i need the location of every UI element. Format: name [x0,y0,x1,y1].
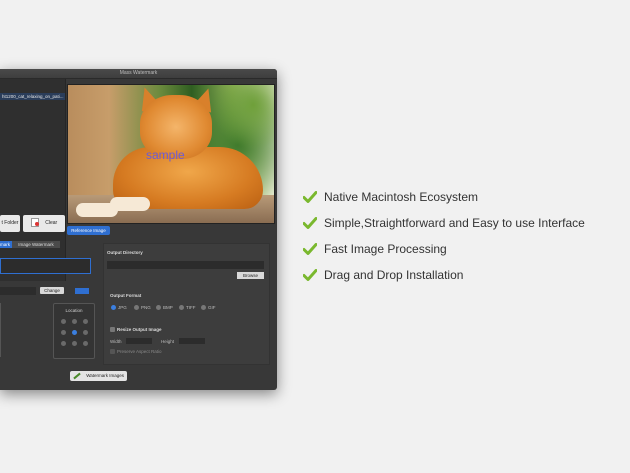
width-field[interactable] [126,338,152,344]
clear-button[interactable]: Clear [23,215,65,232]
clear-label: Clear [45,220,58,226]
tab-text-watermark[interactable]: mark [0,241,12,248]
format-png-radio[interactable] [134,305,139,310]
add-folder-label: t Folder [1,220,19,226]
clear-icon [30,218,39,228]
output-format-label: Output Format [110,293,142,298]
format-tiff-label: TIFF [186,305,196,310]
output-directory-field[interactable] [107,261,264,269]
watermark-images-button[interactable]: Watermark Images [70,371,127,381]
pencil-icon [73,372,81,380]
location-bottom-right[interactable] [83,341,88,346]
location-bottom-center[interactable] [72,341,77,346]
feature-text: Fast Image Processing [324,242,447,256]
divider [0,303,1,357]
width-label: Width [110,339,122,344]
browse-button[interactable]: Browse [237,272,264,279]
feature-text: Drag and Drop Installation [324,268,464,282]
color-swatch[interactable] [75,288,89,294]
feature-text: Simple,Straightforward and Easy to use I… [324,216,585,230]
watermark-images-label: Watermark Images [86,373,125,378]
location-grid: Location [53,303,95,359]
location-title: Location [65,308,83,313]
height-field[interactable] [179,338,205,344]
feature-text: Native Macintosh Ecosystem [324,190,479,204]
watermark-text-input[interactable] [0,258,91,274]
format-jpg-radio[interactable] [111,305,116,310]
location-middle-left[interactable] [61,330,66,335]
format-bmp-label: BMP [163,305,173,310]
format-gif-label: GIF [208,305,216,310]
font-field[interactable] [0,287,36,295]
output-panel: Output Directory Browse Output Format JP… [103,243,270,365]
add-folder-button[interactable]: t Folder [0,215,20,232]
cat-paw-right [110,197,150,211]
aspect-ratio-label: Preserve Aspect Ratio [117,349,162,354]
check-icon [303,243,317,255]
format-png-label: PNG [141,305,151,310]
tab-image-watermark[interactable]: Image Watermark [12,241,60,248]
check-icon [303,269,317,281]
format-bmp-radio[interactable] [156,305,161,310]
file-list-item[interactable]: ht1200_cat_relaxing_on_pati... [0,93,65,100]
check-icon [303,217,317,229]
format-tiff-radio[interactable] [179,305,184,310]
aspect-ratio-checkbox[interactable] [110,349,115,354]
output-directory-label: Output Directory [107,250,143,255]
reference-image-button[interactable]: Reference Image [67,226,110,235]
watermark-preview-text: sample [146,148,185,162]
location-top-left[interactable] [61,319,66,324]
resize-checkbox[interactable] [110,327,115,332]
location-top-right[interactable] [83,319,88,324]
location-middle-right[interactable] [83,330,88,335]
check-icon [303,191,317,203]
resize-label: Resize Output Image [117,327,162,332]
location-bottom-left[interactable] [61,341,66,346]
location-center[interactable] [72,330,77,335]
format-gif-radio[interactable] [201,305,206,310]
window-title: Mass Watermark [0,69,277,79]
location-top-center[interactable] [72,319,77,324]
change-font-button[interactable]: Change [40,287,64,294]
file-list[interactable]: ht1200_cat_relaxing_on_pati... [0,79,66,281]
height-label: Height [161,339,175,344]
format-jpg-label: JPG [118,305,127,310]
preview-image: sample [67,84,275,224]
